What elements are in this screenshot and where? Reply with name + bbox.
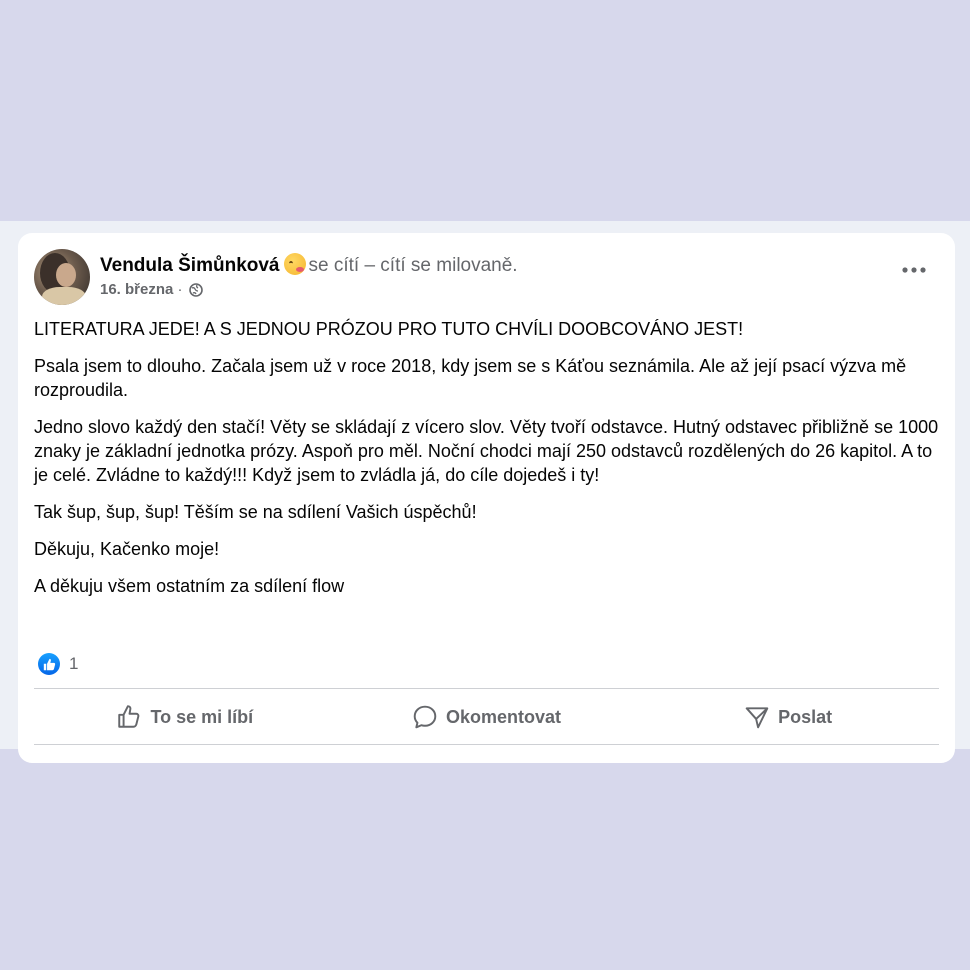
post-text: LITERATURA JEDE! A S JEDNOU PRÓZOU PRO T… <box>34 317 939 611</box>
reaction-summary[interactable]: 1 <box>38 653 78 675</box>
post-paragraph: Děkuju, Kačenko moje! <box>34 539 220 559</box>
globe-icon[interactable] <box>188 282 203 297</box>
post-date[interactable]: 16. března <box>100 281 173 298</box>
like-reaction-icon <box>38 653 60 675</box>
meta-separator: · <box>177 281 183 298</box>
action-bar: To se mi líbí Okomentovat Poslat <box>34 689 939 745</box>
send-icon <box>745 707 769 729</box>
more-options-icon[interactable] <box>901 263 927 277</box>
post-paragraph: LITERATURA JEDE! A S JEDNOU PRÓZOU PRO T… <box>34 319 744 339</box>
post-meta: 16. března · <box>100 281 203 298</box>
reaction-count: 1 <box>69 654 79 673</box>
post-paragraph: Jedno slovo každý den stačí! Věty se skl… <box>34 417 939 485</box>
post-paragraph: Psala jsem to dlouho. Začala jsem už v r… <box>34 356 907 400</box>
like-button-label: To se mi líbí <box>150 706 254 727</box>
feeling-emoji-icon <box>283 253 306 275</box>
feeling-text: se cítí – cítí se milovaně. <box>308 255 518 276</box>
like-button[interactable]: To se mi líbí <box>34 689 336 745</box>
post-paragraph: Tak šup, šup, šup! Těším se na sdílení V… <box>34 502 477 522</box>
author-name[interactable]: Vendula Šimůnková <box>100 255 280 276</box>
post-card: Vendula Šimůnková se cítí – cítí se milov… <box>18 233 955 763</box>
comment-button[interactable]: Okomentovat <box>336 689 638 745</box>
comment-bubble-icon <box>413 705 437 729</box>
post-header: Vendula Šimůnková se cítí – cítí se milov… <box>100 253 518 277</box>
comment-button-label: Okomentovat <box>445 706 562 727</box>
post-paragraph: A děkuju všem ostatním za sdílení flow <box>34 576 345 596</box>
share-button[interactable]: Poslat <box>637 689 939 745</box>
thumbs-up-icon <box>118 705 140 728</box>
share-button-label: Poslat <box>778 706 833 727</box>
author-avatar[interactable] <box>34 249 90 305</box>
divider-bottom <box>34 744 939 745</box>
